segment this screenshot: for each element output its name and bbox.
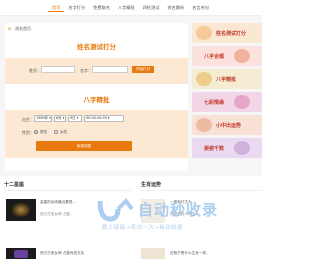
constellation-art (12, 203, 30, 217)
gender-label: 性别： (22, 130, 34, 135)
given-name-label: 名字： (80, 68, 92, 73)
year-value: 1989年 (36, 116, 49, 120)
list-item[interactable]: 金星的北纬最近看现... (40, 200, 76, 205)
female-label: 女性 (60, 130, 68, 134)
side-tile-label: 姿姿千数 (204, 146, 225, 152)
side-tile[interactable]: 七彩情缘 (192, 92, 262, 112)
day-select[interactable]: 9日 ▾ (68, 115, 82, 122)
tile-illustration (196, 118, 212, 132)
top-nav: 首页 名字打分 免费取名 八字精批 四柱测试 姓名解析 名言名句 (0, 0, 262, 16)
month-value: 6月 (56, 116, 62, 120)
zodiac-thumbnail[interactable] (6, 199, 36, 221)
year-select[interactable]: 1989年 ▾ (34, 115, 52, 122)
given-name-input[interactable] (92, 66, 128, 73)
side-tile[interactable]: 姿姿千数 (192, 138, 262, 158)
watermark-subtitle: 数上链接→来访一次→自动收录 (102, 225, 183, 231)
surname-input[interactable] (41, 66, 75, 73)
tile-illustration (234, 141, 250, 155)
nav-item[interactable]: 姓名解析 (163, 4, 188, 12)
hour-select[interactable]: 00:00-00:59 ▾ (84, 115, 124, 122)
female-radio[interactable] (54, 130, 58, 134)
surname-label: 姓氏： (29, 68, 41, 73)
side-tile[interactable]: 八字精批 (192, 69, 262, 89)
side-tile-label: 七彩情缘 (204, 100, 225, 106)
watermark-logo-icon (97, 197, 134, 222)
breadcrumb-text[interactable]: 测名首页 (15, 26, 31, 32)
side-tile[interactable]: 姓名测试打分 (192, 23, 262, 43)
month-select[interactable]: 6月 ▾ (54, 115, 66, 122)
side-tile[interactable]: 小中出运势 (192, 115, 262, 135)
name-test-title: 姓名测试打分 (77, 43, 116, 51)
list-item[interactable]: 西方古老女神 占星传统文化 (40, 251, 84, 256)
hour-value: 00:00-00:59 (86, 116, 107, 120)
nav-item[interactable]: 首页 (48, 4, 65, 12)
breadcrumb: ⌂ 测名首页 (8, 26, 31, 32)
zodiac-section-title: 十二星座 (4, 182, 25, 188)
side-tile-label: 姓名测试打分 (216, 31, 247, 37)
free-calc-button[interactable]: 免费测算 (36, 141, 132, 151)
birth-label: 出生： (22, 117, 34, 122)
start-score-button[interactable]: 开始打分 (132, 66, 154, 73)
thumbnail-art (14, 250, 28, 258)
home-icon: ⌂ (8, 25, 12, 32)
nav-item[interactable]: 八字精批 (114, 4, 139, 12)
nav-item[interactable]: 四柱测试 (139, 4, 164, 12)
day-value: 9日 (70, 116, 76, 120)
shengxiao-section-title: 生肖运势 (141, 182, 162, 188)
list-item[interactable]: 花瓶于是什么生肖一样... (170, 251, 209, 256)
watermark-title: 自动秒收录 (138, 201, 219, 219)
tile-illustration (196, 72, 212, 86)
side-tile-label: 小中出运势 (216, 123, 242, 129)
nav-items: 首页 名字打分 免费取名 八字精批 四柱测试 姓名解析 名言名句 (48, 4, 213, 12)
divider (4, 190, 132, 191)
nav-item[interactable]: 免费取名 (89, 4, 114, 12)
nav-item[interactable]: 名言名句 (188, 4, 213, 12)
nav-item[interactable]: 名字打分 (64, 4, 89, 12)
tile-illustration (234, 49, 250, 63)
watermark: 自动秒收录 数上链接→来访一次→自动收录 (96, 195, 262, 235)
list-item[interactable]: 西方古老女神 占星... (40, 212, 73, 217)
shengxiao-thumbnail[interactable] (141, 248, 165, 259)
male-radio[interactable] (34, 130, 38, 134)
tile-illustration (234, 95, 250, 109)
side-tile[interactable]: 八字合婚 (192, 46, 262, 66)
tile-illustration (196, 26, 212, 40)
side-tile-label: 八字合婚 (204, 54, 225, 60)
zodiac-thumbnail[interactable] (6, 248, 36, 259)
male-label: 男性 (40, 130, 48, 134)
bazi-title: 八字精批 (83, 96, 110, 104)
divider (141, 190, 262, 191)
side-tile-label: 八字精批 (216, 77, 237, 83)
